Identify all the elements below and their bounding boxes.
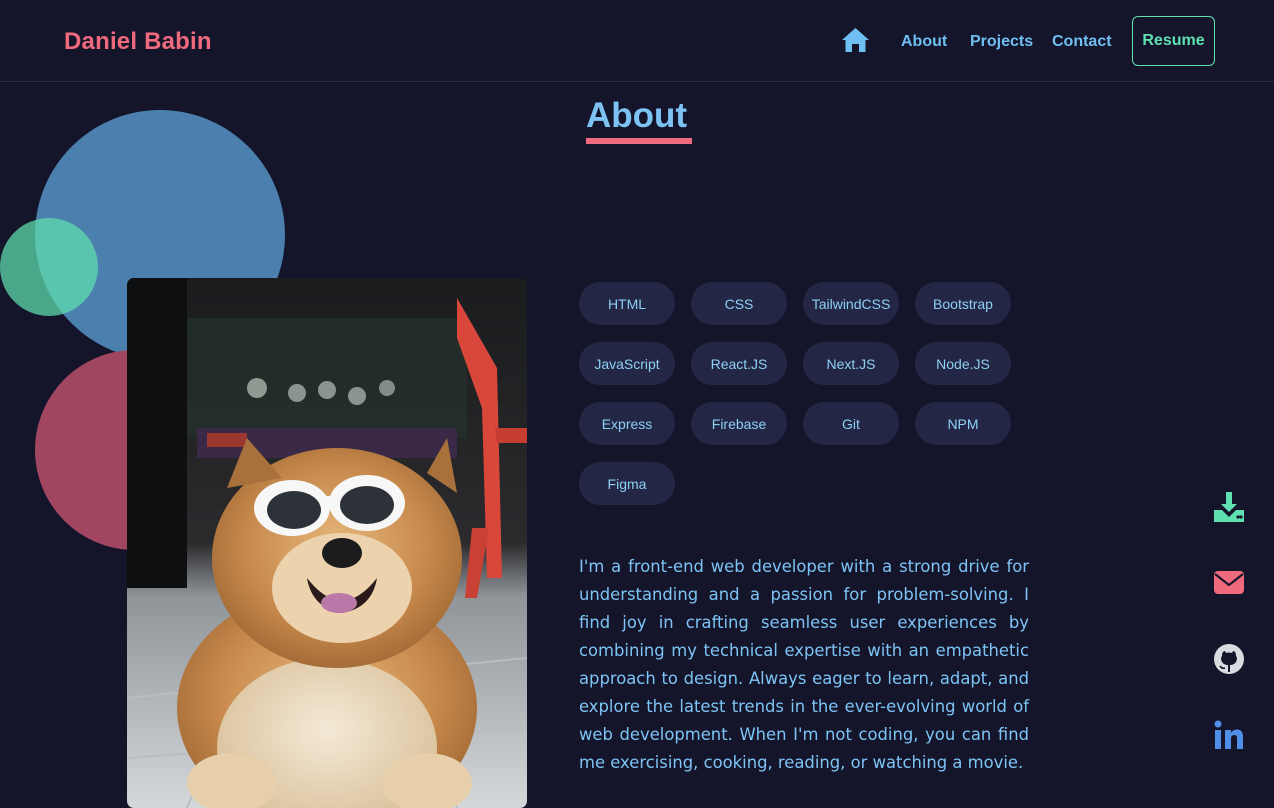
github-icon[interactable]	[1212, 642, 1246, 676]
skill-chip: Node.JS	[915, 342, 1011, 385]
skill-chip: Figma	[579, 462, 675, 505]
nav-contact-link[interactable]: Contact	[1052, 33, 1112, 51]
brand-name[interactable]: Daniel Babin	[64, 28, 212, 56]
skill-chip: NPM	[915, 402, 1011, 445]
mail-icon[interactable]	[1212, 566, 1246, 600]
dog-photo-illustration	[127, 278, 527, 808]
skill-chip: TailwindCSS	[803, 282, 899, 325]
profile-photo	[127, 278, 527, 808]
top-navbar: Daniel Babin About Projects Contact Resu…	[0, 0, 1274, 82]
nav-projects-link[interactable]: Projects	[970, 33, 1033, 51]
skill-chip: Bootstrap	[915, 282, 1011, 325]
decorative-green-circle	[0, 218, 98, 316]
skill-chip: CSS	[691, 282, 787, 325]
skill-chip: Git	[803, 402, 899, 445]
skill-chip: React.JS	[691, 342, 787, 385]
resume-button[interactable]: Resume	[1132, 16, 1215, 66]
skill-chip: Next.JS	[803, 342, 899, 385]
nav-about-link[interactable]: About	[901, 33, 947, 51]
linkedin-icon[interactable]	[1212, 718, 1246, 752]
download-icon[interactable]	[1212, 490, 1246, 524]
skill-chip: JavaScript	[579, 342, 675, 385]
title-underline	[586, 138, 692, 144]
section-title: About	[586, 96, 688, 135]
skill-chip: Express	[579, 402, 675, 445]
skill-chip: Firebase	[691, 402, 787, 445]
skill-chip: HTML	[579, 282, 675, 325]
home-icon[interactable]	[841, 27, 870, 53]
about-bio: I'm a front-end web developer with a str…	[579, 557, 1029, 772]
